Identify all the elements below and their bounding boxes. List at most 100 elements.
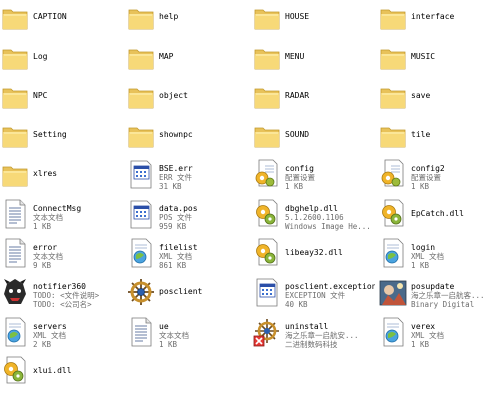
file-type: EXCEPTION 文件 (285, 291, 346, 300)
file-detail: 31 KB (159, 182, 182, 191)
file-item[interactable]: NPC (0, 79, 124, 119)
file-name: posclient (159, 287, 203, 296)
file-item[interactable]: xlres (0, 157, 124, 197)
folder-icon (379, 119, 407, 151)
file-item[interactable]: xlui.dll (0, 354, 124, 394)
file-detail: 9 KB (33, 261, 52, 270)
file-item[interactable]: EpCatch.dll (378, 197, 499, 237)
file-name: ue (159, 322, 169, 331)
file-item[interactable]: save (378, 79, 499, 119)
file-item[interactable]: help (126, 0, 250, 40)
file-name: posclient.exception (285, 282, 375, 291)
folder-icon (253, 1, 281, 33)
file-name: shownpc (159, 130, 193, 139)
folder-icon (127, 119, 155, 151)
folder-icon (253, 80, 281, 112)
file-name: MAP (159, 52, 174, 61)
file-item[interactable]: libeay32.dll (252, 236, 376, 276)
file-item[interactable]: Setting (0, 118, 124, 158)
file-item[interactable]: filelist XML 文档 861 KB (126, 236, 250, 276)
file-type: POS 文件 (159, 213, 193, 222)
file-name: servers (33, 322, 67, 331)
file-name: SOUND (285, 130, 310, 139)
file-type: 5.1.2600.1106 (285, 213, 344, 222)
file-item[interactable]: dbghelp.dll 5.1.2600.1106 Windows Image He… (252, 197, 376, 237)
file-item[interactable]: interface (378, 0, 499, 40)
folder-icon (1, 41, 29, 73)
file-item[interactable]: CAPTION (0, 0, 124, 40)
file-item[interactable]: data.pos POS 文件 959 KB (126, 197, 250, 237)
file-item[interactable]: posupdate 海之乐章一启航客... Binary Digital (378, 275, 499, 315)
file-item[interactable]: uninstall 海之乐章一启航安... 二进制数码科技 (252, 315, 376, 355)
text-document-icon (1, 198, 29, 230)
file-name: Log (33, 52, 48, 61)
file-item[interactable]: posclient.exception EXCEPTION 文件 40 KB (252, 275, 376, 315)
file-item[interactable]: ConnectMsg 文本文档 1 KB (0, 197, 124, 237)
folder-icon (1, 119, 29, 151)
file-type: 海之乐章一启航安... (285, 331, 359, 340)
folder-icon (253, 119, 281, 151)
file-name: save (411, 91, 431, 100)
file-name: xlres (33, 169, 58, 178)
file-item[interactable]: MAP (126, 40, 250, 80)
file-name: CAPTION (33, 12, 67, 21)
file-detail: 40 KB (285, 300, 308, 309)
file-name: verex (411, 322, 436, 331)
file-item[interactable]: notifier360 TODO: <文件说明> TODO: <公司名> (0, 275, 124, 315)
file-detail: Windows Image He... (285, 222, 371, 231)
file-detail: 1 KB (411, 182, 430, 191)
file-item[interactable]: MENU (252, 40, 376, 80)
file-item[interactable]: ue 文本文档 1 KB (126, 315, 250, 355)
file-item[interactable]: object (126, 79, 250, 119)
file-item[interactable]: posclient (126, 275, 250, 315)
file-type: TODO: <文件说明> (33, 291, 100, 300)
window-file-icon (253, 276, 281, 308)
file-detail: 1 KB (33, 222, 52, 231)
file-name: data.pos (159, 204, 198, 213)
file-name: MENU (285, 52, 305, 61)
file-item[interactable]: config2 配置设置 1 KB (378, 157, 499, 197)
folder-icon (379, 41, 407, 73)
dll-gear-icon (253, 198, 281, 230)
file-name: help (159, 12, 179, 21)
file-item[interactable]: shownpc (126, 118, 250, 158)
file-item[interactable]: HOUSE (252, 0, 376, 40)
file-name: uninstall (285, 322, 329, 331)
file-type: XML 文档 (411, 252, 445, 261)
file-name: login (411, 243, 436, 252)
file-detail: 959 KB (159, 222, 187, 231)
file-type: XML 文档 (33, 331, 67, 340)
photo-app-icon (379, 276, 407, 308)
file-item[interactable]: login XML 文档 1 KB (378, 236, 499, 276)
file-type: 文本文档 (33, 213, 63, 222)
file-name: error (33, 243, 58, 252)
file-name: tile (411, 130, 431, 139)
folder-icon (379, 80, 407, 112)
file-item[interactable]: Log (0, 40, 124, 80)
dll-gear-icon (1, 355, 29, 387)
file-item[interactable]: servers XML 文档 2 KB (0, 315, 124, 355)
folder-icon (1, 80, 29, 112)
file-item[interactable]: config 配置设置 1 KB (252, 157, 376, 197)
file-name: filelist (159, 243, 198, 252)
file-item[interactable]: error 文本文档 9 KB (0, 236, 124, 276)
folder-icon (127, 80, 155, 112)
file-item[interactable]: BSE.err ERR 文件 31 KB (126, 157, 250, 197)
folder-icon (127, 41, 155, 73)
file-item[interactable]: tile (378, 118, 499, 158)
file-type: 文本文档 (33, 252, 63, 261)
file-item[interactable]: SOUND (252, 118, 376, 158)
file-type: 配置设置 (411, 173, 441, 182)
file-name: NPC (33, 91, 48, 100)
file-detail: Binary Digital (411, 300, 475, 309)
file-name: object (159, 91, 188, 100)
file-item[interactable]: MUSIC (378, 40, 499, 80)
file-item[interactable]: RADAR (252, 79, 376, 119)
file-name: EpCatch.dll (411, 209, 464, 218)
settings-file-icon (253, 158, 281, 190)
folder-icon (253, 41, 281, 73)
file-item[interactable]: verex XML 文档 1 KB (378, 315, 499, 355)
xml-document-icon (127, 237, 155, 269)
window-file-icon (127, 158, 155, 190)
file-list-view: CAPTION help HOUSE interface Log MAP MEN… (0, 0, 499, 403)
